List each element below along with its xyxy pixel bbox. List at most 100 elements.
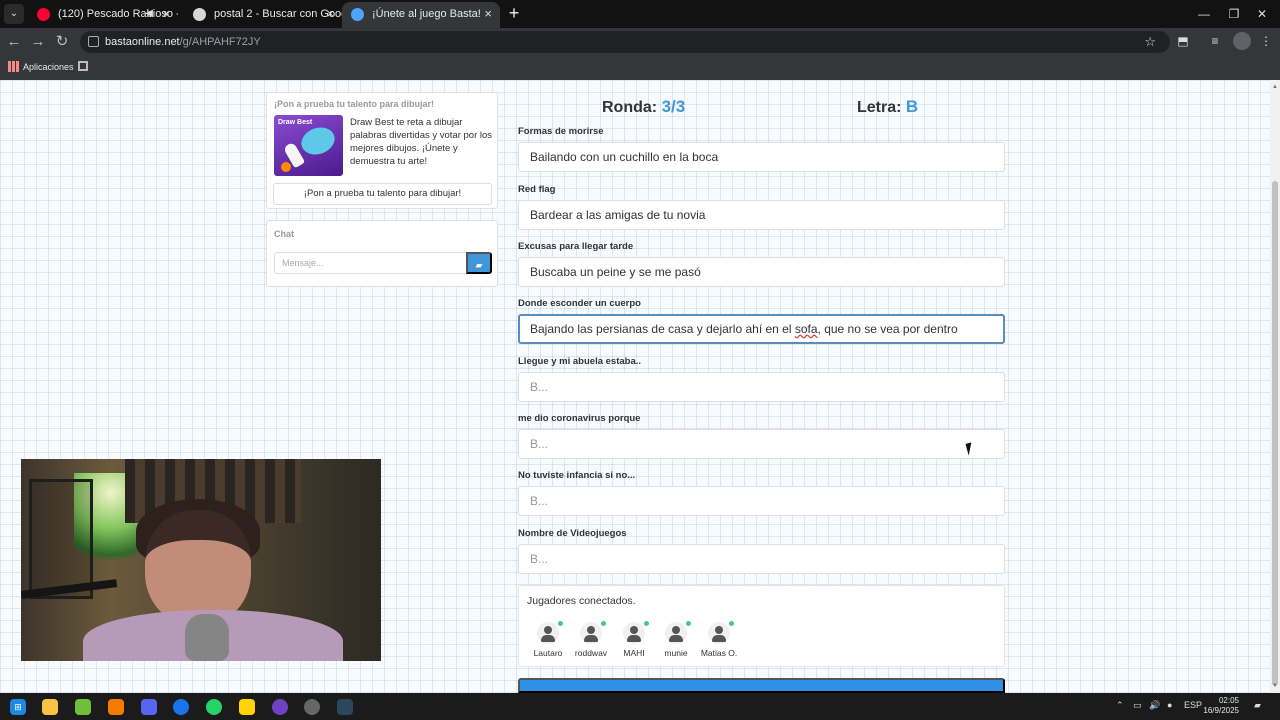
chat-panel: Chat Mensaje... ▰ [266, 220, 498, 287]
spotify-icon[interactable] [128, 62, 140, 74]
bookmark-icon[interactable] [448, 62, 460, 74]
green-app-icon[interactable] [75, 699, 91, 715]
scroll-up-icon[interactable]: ▲ [1271, 83, 1279, 91]
time: 02:05 [1218, 696, 1239, 705]
network-icon[interactable]: ▭ [1133, 700, 1142, 711]
promo-title: ¡Pon a prueba tu talento para dibujar! [274, 99, 435, 109]
input-language[interactable]: ESP [1184, 700, 1202, 710]
back-icon[interactable]: ← [4, 32, 24, 52]
answer-input-videojuegos[interactable]: B... [518, 544, 1005, 574]
apps-bookmark[interactable]: Aplicaciones [23, 62, 74, 72]
mirror-frame [29, 479, 93, 599]
youtube-icon[interactable] [192, 62, 204, 74]
address-bar[interactable]: bastaonline.net/g/AHPAHF72JY ☆ [80, 31, 1170, 53]
player-avatar-icon [580, 622, 602, 644]
vivaldi-icon[interactable] [554, 62, 566, 74]
pinterest-icon[interactable] [512, 62, 524, 74]
address-toolbar: ← → ↻ bastaonline.net/g/AHPAHF72JY ☆ [0, 28, 1280, 56]
notifications-icon[interactable]: ▰ [1254, 700, 1261, 711]
new-tab-button[interactable]: + [504, 3, 524, 23]
file-explorer-icon[interactable] [42, 699, 58, 715]
chrome-icon[interactable] [173, 699, 189, 715]
promo-image-blob [297, 122, 339, 160]
answer-input-excusas[interactable]: Buscaba un peine y se me pasó [518, 257, 1005, 287]
chat-send-button[interactable]: ▰ [466, 252, 492, 274]
answer-input-abuela[interactable]: B... [518, 372, 1005, 402]
bookmark-icon[interactable] [107, 62, 119, 74]
answer-input-formas[interactable]: Bailando con un cuchillo en la boca [518, 142, 1005, 172]
profile-avatar[interactable] [1233, 32, 1251, 50]
windows-start-icon[interactable]: ⊞ [10, 699, 26, 715]
whatsapp-icon[interactable] [206, 699, 222, 715]
x-icon[interactable] [320, 62, 332, 74]
bookmark-icon[interactable] [277, 62, 289, 74]
speaker-icon[interactable]: ◀ [145, 2, 153, 26]
soundcloud-icon[interactable] [149, 62, 161, 74]
url-domain: bastaonline.net [105, 36, 180, 48]
player-avatar-icon [623, 622, 645, 644]
player-avatar-icon [537, 622, 559, 644]
steam-icon[interactable] [362, 62, 374, 74]
volume-icon[interactable]: 🔊 [1149, 700, 1160, 711]
player-name: Matias O. [700, 648, 738, 658]
draw-best-promo-image[interactable]: Draw Best [274, 115, 343, 176]
bookmark-icon[interactable] [298, 62, 310, 74]
answer-input-coronavirus[interactable]: B... [518, 429, 1005, 459]
steam-icon[interactable] [304, 699, 320, 715]
draw-best-button[interactable]: ¡Pon a prueba tu talento para dibujar! [273, 183, 492, 205]
grid-icon[interactable] [78, 61, 88, 71]
tray-overflow-icon[interactable]: ⌃ [1116, 700, 1124, 711]
chat-title: Chat [274, 229, 294, 239]
bookmark-icon[interactable] [490, 62, 502, 74]
twitch-icon[interactable] [213, 62, 225, 74]
steam-client-icon[interactable] [337, 699, 353, 715]
player-avatar-icon [708, 622, 730, 644]
sticky-notes-icon[interactable] [239, 699, 255, 715]
extensions-icon[interactable]: ⬒ [1174, 32, 1192, 50]
bookmark-icon[interactable] [533, 62, 545, 74]
whatsapp-web-icon[interactable] [426, 62, 438, 74]
tab-search-button[interactable]: ⌄ [4, 4, 24, 24]
answer-input-red-flag[interactable]: Bardear a las amigas de tu novia [518, 200, 1005, 230]
apps-icon[interactable] [8, 61, 19, 72]
close-icon[interactable]: × [326, 2, 334, 26]
maps-icon[interactable] [384, 62, 396, 74]
twitter-icon[interactable] [341, 62, 353, 74]
scroll-down-icon[interactable]: ▼ [1271, 682, 1279, 690]
site-info-icon[interactable] [88, 36, 99, 47]
google-icon [193, 8, 206, 21]
submit-answers-button[interactable] [518, 678, 1005, 693]
close-icon[interactable]: × [484, 2, 492, 26]
discord-icon[interactable] [469, 62, 481, 74]
whatsapp-icon[interactable] [405, 62, 417, 74]
page-scrollbar[interactable]: ▲ ▼ [1270, 80, 1280, 693]
status-icon[interactable]: ● [1167, 700, 1172, 710]
bookmark-icon[interactable] [171, 62, 183, 74]
media-control-icon[interactable]: ≡ [1206, 32, 1224, 50]
field-label-formas: Formas de morirse [518, 126, 604, 137]
tab-youtube[interactable]: (120) Pescado Rabioso - La ◀ × [28, 2, 178, 28]
answer-input-cuerpo[interactable]: Bajando las persianas de casa y dejarlo … [518, 314, 1005, 344]
answer-input-infancia[interactable]: B... [518, 486, 1005, 516]
tab-google[interactable]: postal 2 - Buscar con Google × [184, 2, 342, 28]
obs-icon[interactable] [272, 699, 288, 715]
close-window-button[interactable]: ✕ [1240, 0, 1280, 28]
field-label-cuerpo: Donde esconder un cuerpo [518, 298, 641, 309]
bookmark-icon[interactable] [235, 62, 247, 74]
online-status-icon [601, 621, 606, 626]
scroll-thumb[interactable] [1272, 181, 1278, 686]
microphone-icon [185, 614, 229, 661]
bookmark-star-icon[interactable]: ☆ [1144, 31, 1156, 53]
field-label-abuela: Llegue y mi abuela estaba.. [518, 356, 642, 367]
bookmark-icon[interactable] [256, 62, 268, 74]
forward-icon[interactable]: → [28, 32, 48, 52]
reload-icon[interactable]: ↻ [52, 32, 72, 52]
gamepad-icon[interactable] [108, 699, 124, 715]
close-icon[interactable]: × [162, 2, 170, 26]
chat-message-input[interactable]: Mensaje... [274, 252, 466, 274]
tab-basta[interactable]: ¡Únete al juego Basta! × [342, 2, 500, 28]
system-clock[interactable]: 02:05 16/9/2025 [1201, 696, 1239, 716]
discord-icon[interactable] [141, 699, 157, 715]
promo-brand: Draw Best [278, 119, 313, 126]
more-icon[interactable]: ⋮ [1257, 32, 1275, 50]
